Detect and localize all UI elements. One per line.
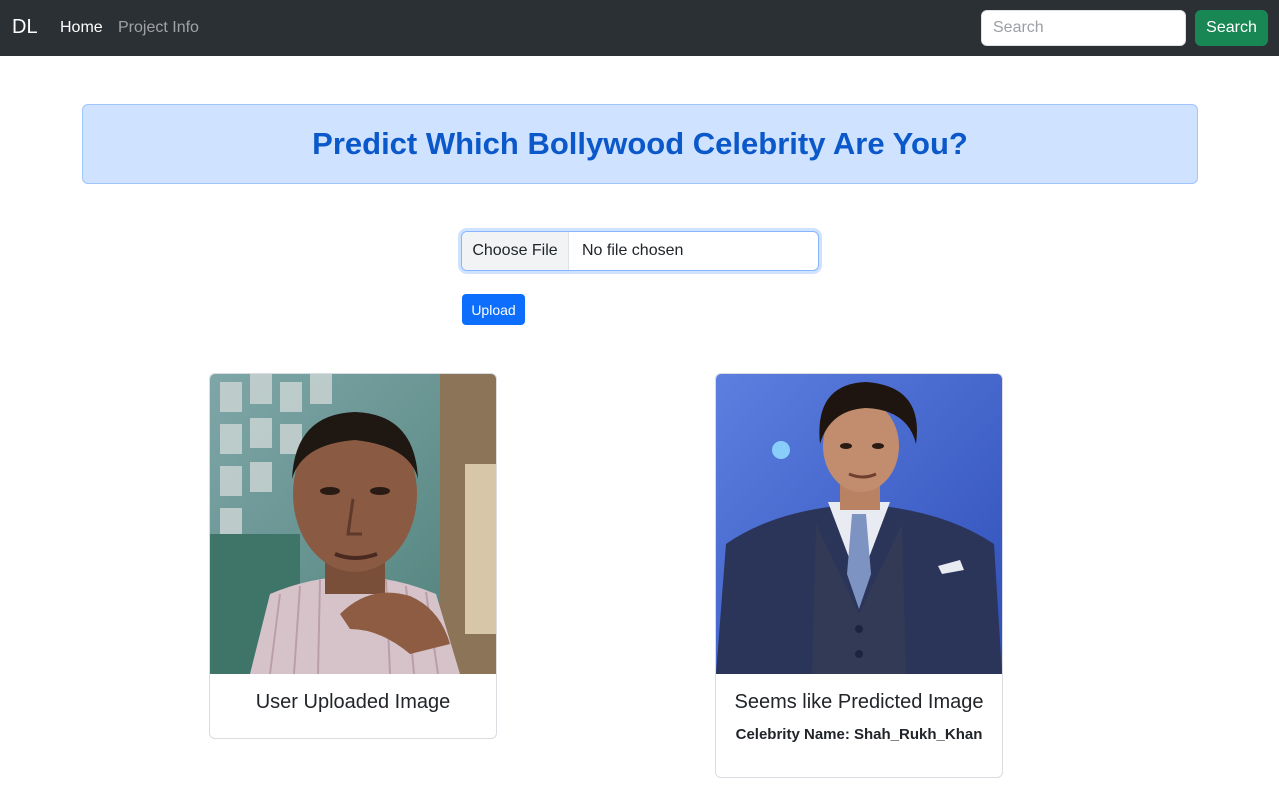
top-navbar: DL Home Project Info Search	[0, 0, 1279, 56]
user-photo	[210, 374, 496, 674]
nav-link-home[interactable]: Home	[60, 19, 103, 37]
choose-file-button[interactable]: Choose File	[462, 232, 569, 270]
file-input[interactable]: Choose File No file chosen	[461, 231, 819, 271]
page-title: Predict Which Bollywood Celebrity Are Yo…	[312, 126, 968, 161]
nav-link-project-info[interactable]: Project Info	[118, 19, 199, 37]
user-card-title: User Uploaded Image	[255, 691, 451, 713]
search-button[interactable]: Search	[1195, 10, 1268, 46]
celebrity-photo	[716, 374, 1002, 674]
predicted-card-title: Seems like Predicted Image	[734, 691, 984, 713]
user-image-card: User Uploaded Image	[209, 373, 497, 739]
celebrity-name: Celebrity Name: Shah_Rukh_Khan	[735, 726, 983, 743]
title-banner: Predict Which Bollywood Celebrity Are Yo…	[82, 104, 1198, 184]
upload-button[interactable]: Upload	[462, 294, 525, 325]
predicted-image-card: Seems like Predicted Image Celebrity Nam…	[715, 373, 1003, 778]
search-input[interactable]	[981, 10, 1186, 46]
brand-logo[interactable]: DL	[12, 16, 38, 39]
file-status-text: No file chosen	[582, 242, 684, 259]
